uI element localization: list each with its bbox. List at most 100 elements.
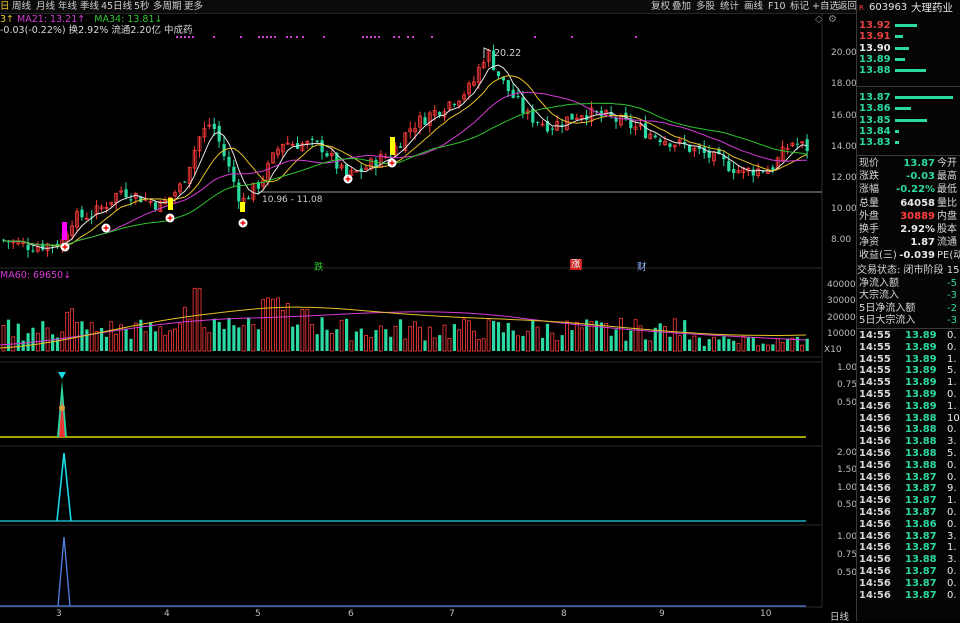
level-volume-bar	[895, 69, 926, 73]
tick-time: 14:55	[859, 389, 891, 400]
tick-price: 13.87	[905, 589, 937, 601]
volume-bar	[173, 328, 177, 352]
candle-body	[550, 128, 554, 130]
level-price[interactable]: 13.84	[859, 126, 899, 138]
tick-volume: 1.	[947, 377, 957, 389]
time-tick: 8	[561, 609, 567, 619]
volume-bar	[648, 340, 653, 352]
volume-bar	[153, 331, 158, 351]
signal-box	[168, 198, 173, 210]
candle-body	[506, 80, 510, 92]
tick-price: 13.88	[905, 412, 937, 424]
volume-bar	[187, 318, 192, 352]
ma10-line	[3, 75, 808, 247]
volume-bar	[168, 330, 173, 352]
signal-dot	[258, 36, 260, 38]
mark-cai[interactable]: 财	[637, 259, 647, 273]
candle-body	[521, 97, 525, 114]
tick-time: 14:56	[859, 589, 891, 601]
quote-label: 总量	[859, 197, 879, 209]
signal-dot	[188, 36, 190, 38]
price-tick: 8.00	[831, 235, 852, 245]
level-price[interactable]: 13.89	[859, 54, 899, 66]
volume-bar	[560, 335, 564, 351]
tick-time: 14:55	[859, 330, 891, 341]
trade-status: 交易状态: 闭市阶段 15	[857, 265, 960, 276]
mark-zhang[interactable]: 涨	[570, 259, 582, 270]
ma21-line	[3, 91, 808, 246]
candle-body	[212, 123, 216, 129]
tick-volume: 0.	[947, 589, 957, 601]
candle-body	[795, 143, 799, 145]
tick-price: 13.89	[905, 389, 937, 400]
volume-bar	[129, 338, 133, 351]
volume-bar	[212, 318, 216, 351]
candle-body	[761, 171, 765, 173]
tick-price: 13.89	[905, 341, 937, 353]
volume-bar	[638, 325, 643, 352]
time-tick: 4	[164, 609, 170, 619]
volume-bar	[516, 335, 520, 352]
volume-bar	[256, 329, 260, 351]
volume-bar	[369, 337, 373, 352]
volume-bar	[232, 325, 236, 351]
tick-time: 14:56	[859, 448, 891, 459]
volume-bar	[751, 337, 755, 351]
level-price[interactable]: 13.90	[859, 43, 899, 55]
volume-bar	[692, 335, 697, 352]
tick-time: 14:55	[859, 353, 891, 365]
volume-bar	[805, 338, 809, 351]
tick-volume: 0.	[947, 459, 957, 471]
volume-bar	[247, 317, 251, 351]
signal-dot	[262, 36, 264, 38]
ind1-tick: 0.75	[837, 380, 858, 390]
level-price[interactable]: 13.83	[859, 137, 899, 149]
tick-volume: 0.	[947, 518, 957, 530]
signal-dot	[366, 36, 368, 38]
tick-volume: 0.	[947, 389, 957, 400]
peak-price-label: 20.22	[494, 48, 522, 59]
volume-bar	[565, 320, 569, 352]
tick-price: 13.89	[905, 353, 937, 365]
volume-bar	[393, 325, 398, 352]
volume-bar	[702, 345, 706, 351]
signal-box	[390, 137, 395, 155]
mark-die[interactable]: 跌	[314, 259, 324, 273]
volume-bar	[722, 336, 726, 351]
volume-bar	[45, 327, 50, 352]
quote-extra-label: 今开	[937, 158, 957, 169]
volume-bar	[672, 318, 677, 352]
tick-time: 14:55	[859, 341, 891, 353]
volume-bar	[41, 321, 45, 351]
volume-bar	[579, 327, 584, 352]
level-price[interactable]: 13.91	[859, 31, 899, 43]
signal-dot	[302, 36, 304, 38]
volume-bar	[462, 318, 467, 352]
candle-body	[129, 199, 133, 201]
kline-chart[interactable]	[0, 0, 856, 621]
flow-value: -2	[947, 302, 957, 314]
volume-bar	[207, 332, 212, 352]
level-price[interactable]: 13.88	[859, 65, 899, 77]
volume-tick: 30000	[827, 296, 856, 306]
price-tick: 10.00	[831, 204, 857, 214]
ind2-tick: 1.50	[837, 465, 858, 475]
level-price[interactable]: 13.85	[859, 115, 899, 127]
volume-bar	[741, 335, 746, 352]
volume-bar	[413, 321, 418, 352]
tick-volume: 0.	[947, 471, 957, 483]
level-price[interactable]: 13.86	[859, 103, 899, 115]
volume-bar	[506, 322, 510, 351]
quote-extra-label: 股本	[937, 224, 957, 235]
tick-price: 13.87	[905, 471, 937, 483]
level-volume-bar	[895, 35, 903, 39]
volume-bar	[545, 323, 550, 351]
level-price[interactable]: 13.87	[859, 92, 899, 104]
tick-price: 13.87	[905, 577, 937, 589]
flow-value: -3	[947, 314, 957, 326]
volume-bar	[197, 287, 202, 352]
level-price[interactable]: 13.92	[859, 20, 899, 32]
volume-bar	[746, 336, 750, 351]
signal-dot	[393, 36, 395, 38]
price-range-label: 10.96 - 11.08	[262, 195, 323, 205]
